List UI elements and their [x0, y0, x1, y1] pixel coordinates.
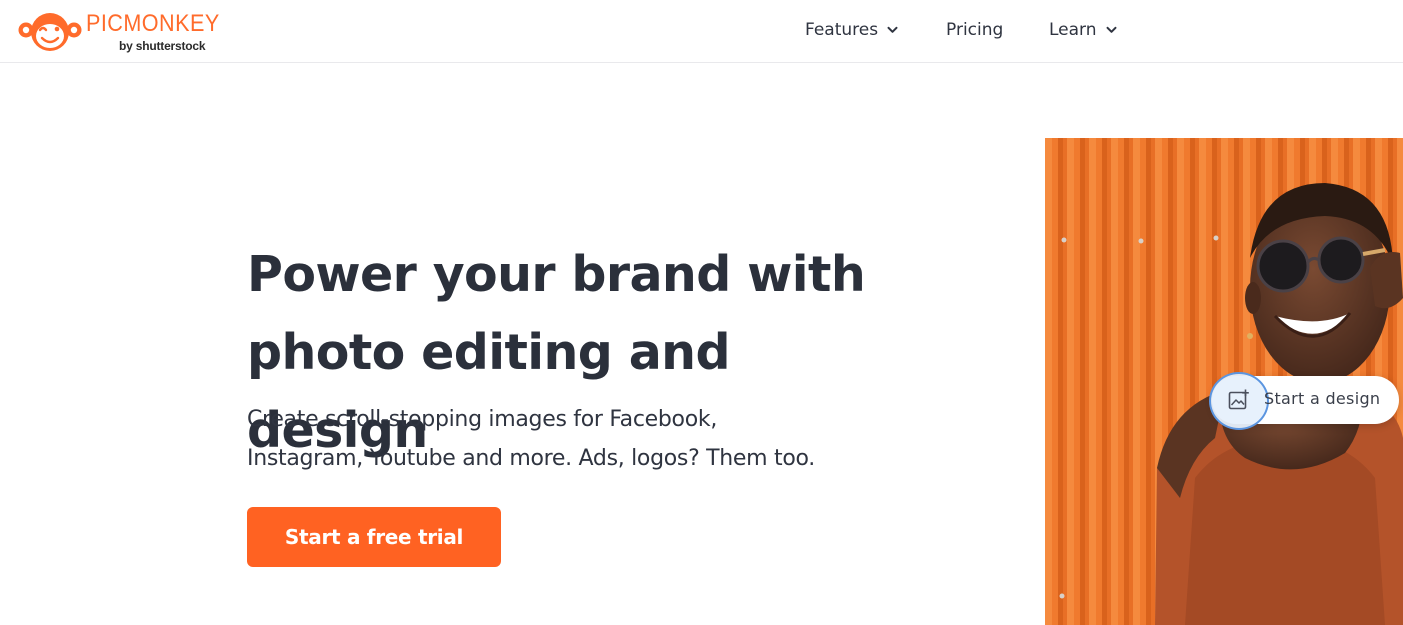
- nav-item-pricing[interactable]: Pricing: [946, 20, 1003, 40]
- hero-subtitle-line: Instagram, Youtube and more. Ads, logos?…: [247, 446, 815, 471]
- logo-byline: by shutterstock: [119, 39, 206, 53]
- start-a-design-label: Start a design: [1264, 389, 1381, 408]
- chevron-down-icon: [1106, 26, 1117, 33]
- nav-item-learn[interactable]: Learn: [1049, 20, 1117, 40]
- monkey-logo-icon: [18, 13, 82, 51]
- nav-item-label: Pricing: [946, 20, 1004, 40]
- hero-subtitle: Create scroll-stopping images for Facebo…: [247, 400, 847, 478]
- chevron-down-icon: [887, 26, 898, 33]
- nav-item-features[interactable]: Features: [805, 20, 898, 40]
- hero-title-line: Power your brand with: [247, 246, 866, 303]
- picmonkey-logo[interactable]: PICMONKEY by shutterstock: [18, 9, 220, 55]
- hero-subtitle-line: Create scroll-stopping images for Facebo…: [247, 407, 718, 432]
- image-add-icon: [1228, 389, 1249, 410]
- start-free-trial-button[interactable]: Start a free trial: [247, 507, 501, 567]
- site-header: PICMONKEY by shutterstock Features Prici…: [0, 0, 1403, 63]
- nav-item-label: Learn: [1049, 20, 1097, 40]
- nav-item-label: Features: [805, 20, 879, 40]
- logo-wordmark: PICMONKEY: [86, 10, 220, 37]
